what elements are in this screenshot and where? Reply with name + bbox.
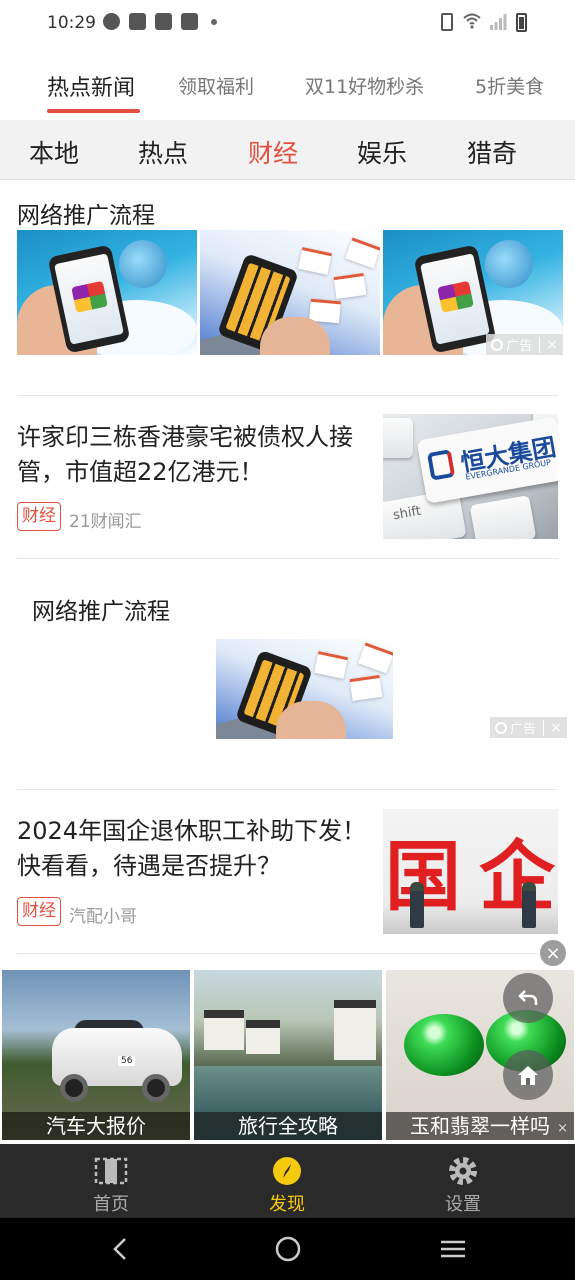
category-local[interactable]: 本地 (29, 134, 79, 170)
category-bar: 本地 热点 财经 娱乐 猎奇 (0, 120, 575, 180)
back-icon[interactable] (106, 1234, 136, 1264)
category-entertainment[interactable]: 娱乐 (357, 134, 407, 170)
shopping-bag-icon (155, 13, 172, 30)
ad-tile-label: 玉和翡翠一样吗 (386, 1112, 574, 1140)
tab-hot-news[interactable]: 热点新闻 (47, 70, 135, 102)
divider (17, 789, 558, 790)
ad-tile-label: 汽车大报价 (2, 1112, 190, 1140)
vibrate-icon (441, 13, 453, 31)
status-time: 10:29 (47, 13, 96, 33)
ad-badge: 广告 × (486, 334, 563, 355)
ad-close-icon[interactable]: × (539, 336, 558, 353)
license-plate: 56 (118, 1056, 136, 1066)
ad-settings-icon[interactable] (491, 338, 504, 351)
ad-image-phone-shopping-2[interactable]: 广告 × (383, 230, 563, 355)
more-notifications-dot-icon (211, 19, 217, 25)
news-title[interactable]: 许家印三栋香港豪宅被债权人接管，市值超22亿港元！ (17, 420, 367, 490)
divider (17, 558, 558, 559)
signal-icon (490, 14, 507, 30)
tab-benefits[interactable]: 领取福利 (178, 72, 254, 99)
nav-settings[interactable]: 设置 (403, 1144, 523, 1218)
home-icon[interactable] (503, 1050, 553, 1100)
ad-settings-icon[interactable] (495, 721, 507, 734)
floating-ad-banner: 56 汽车大报价 旅行全攻略 玉和翡翠一样吗 × (0, 968, 575, 1142)
active-tab-indicator (47, 109, 140, 113)
divider (17, 953, 558, 954)
close-icon[interactable]: × (538, 938, 568, 968)
ad-close-icon[interactable]: × (543, 719, 562, 736)
menu-icon[interactable] (438, 1234, 468, 1264)
news-thumbnail-state-enterprise[interactable]: 国 企 (383, 809, 558, 934)
compass-icon (273, 1157, 301, 1185)
shopping-bag-icon (129, 13, 146, 30)
category-hot[interactable]: 热点 (138, 134, 188, 170)
ad-tile-label: 旅行全攻略 (194, 1112, 382, 1140)
wifi-icon (463, 13, 481, 29)
news-thumbnail-evergrande[interactable]: 恒大集团 EVERGRANDE GROUP shift (383, 414, 558, 539)
status-bar: 10:29 (0, 0, 575, 48)
nav-home-label: 首页 (93, 1194, 129, 1215)
ad-image-calculator[interactable] (200, 230, 380, 355)
bottom-navigation: 首页 发现 设置 (0, 1144, 575, 1218)
ad-close-icon[interactable]: × (557, 1121, 568, 1136)
nav-discover[interactable]: 发现 (227, 1144, 347, 1218)
nav-settings-label: 设置 (445, 1194, 481, 1215)
category-curiosities[interactable]: 猎奇 (467, 134, 517, 170)
nav-discover-label: 发现 (269, 1194, 305, 1215)
home-circle-icon[interactable] (273, 1234, 303, 1264)
battery-icon (516, 13, 527, 32)
system-navigation-bar (0, 1218, 575, 1280)
ad-label: 广告 (506, 339, 533, 354)
home-frame-icon (94, 1157, 128, 1185)
top-tab-bar: 热点新闻 领取福利 双11好物秒杀 5折美食 (0, 48, 575, 120)
tab-food-deals[interactable]: 5折美食 (475, 72, 544, 99)
news-title[interactable]: 2024年国企退休职工补助下发！快看看，待遇是否提升？ (17, 814, 367, 884)
thumbnail-glyph: 企 (479, 832, 555, 921)
news-tag: 财经 (17, 502, 61, 531)
category-finance[interactable]: 财经 (248, 134, 298, 170)
ad-tile-car[interactable]: 56 汽车大报价 (2, 970, 190, 1140)
gear-icon (449, 1157, 477, 1185)
ad-title[interactable]: 网络推广流程 (17, 196, 155, 230)
ad-badge: 广告 × (490, 717, 567, 738)
ad-title[interactable]: 网络推广流程 (32, 592, 170, 626)
news-source: 21财闻汇 (69, 512, 142, 532)
news-source: 汽配小哥 (69, 907, 137, 927)
businessman-figure (410, 882, 424, 928)
back-arrow-icon[interactable] (503, 973, 553, 1023)
news-tag: 财经 (17, 897, 61, 926)
evergrande-logo-icon (426, 449, 456, 481)
app-notification-icon (103, 13, 120, 30)
ad-tile-travel[interactable]: 旅行全攻略 (194, 970, 382, 1140)
nav-home[interactable]: 首页 (51, 1144, 171, 1218)
shopping-bag-icon (181, 13, 198, 30)
ad-image-phone-shopping[interactable] (17, 230, 197, 355)
divider (17, 395, 558, 396)
businessman-figure (522, 882, 536, 928)
tab-double11[interactable]: 双11好物秒杀 (305, 72, 424, 99)
ad-label: 广告 (510, 722, 537, 737)
ad-image-calculator[interactable] (216, 639, 393, 739)
